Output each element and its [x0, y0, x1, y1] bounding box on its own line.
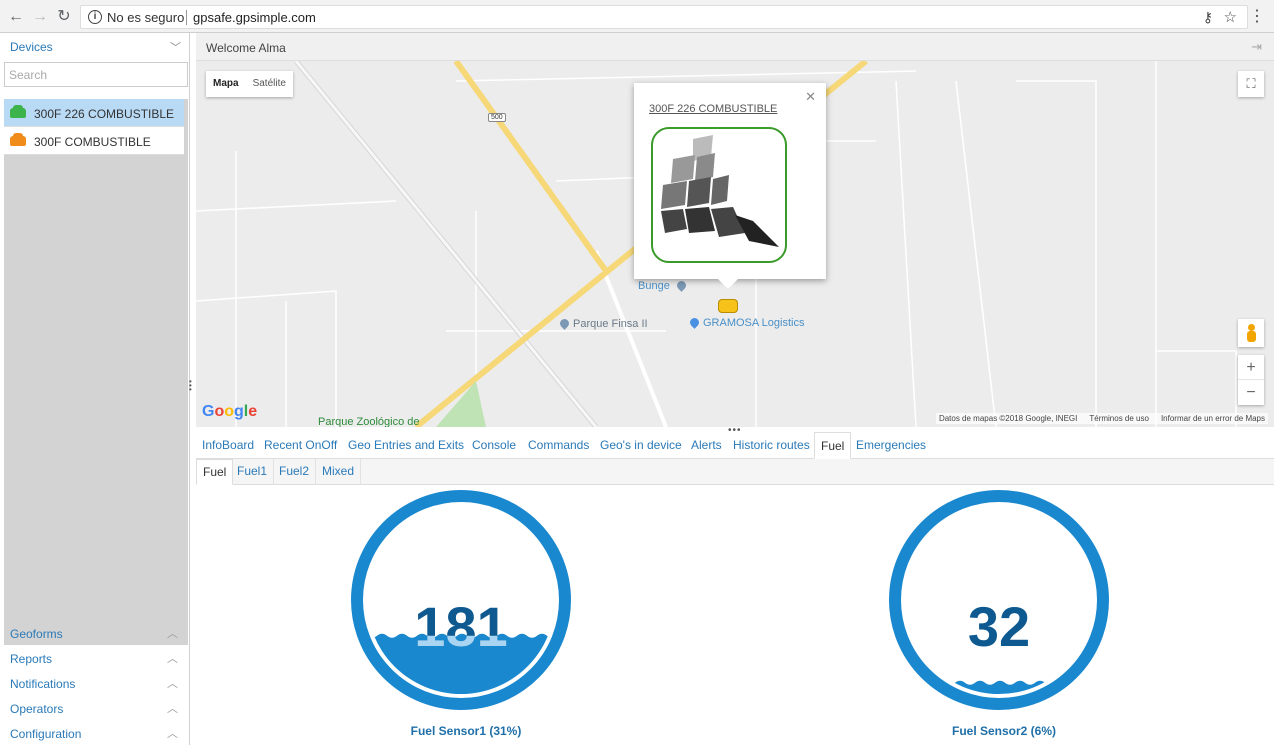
map-attribution: Datos de mapas ©2018 Google, INEGI Térmi… — [935, 413, 1268, 424]
chevron-up-icon: ︿ — [167, 678, 178, 690]
reload-icon[interactable]: ↻ — [54, 7, 74, 27]
main-panel: Welcome Alma ⇥ Mapa Satélite ⛶ 500 Bunge… — [196, 33, 1274, 745]
welcome-text: Welcome Alma — [206, 41, 286, 55]
device-item-300f-226[interactable]: 300F 226 COMBUSTIBLE — [4, 99, 184, 127]
devices-title: Devices — [10, 40, 53, 54]
sidebar-resize-handle[interactable]: • • • — [189, 378, 192, 394]
chevron-up-icon: ︿ — [167, 703, 178, 715]
chevron-up-icon: ︿ — [167, 653, 178, 665]
search-input[interactable] — [4, 62, 188, 87]
welcome-bar: Welcome Alma ⇥ — [196, 33, 1274, 61]
attribution-terms[interactable]: Términos de uso — [1089, 414, 1149, 423]
fuel-gauge-2-chart: 3232 — [889, 490, 1109, 710]
tab-emergencies[interactable]: Emergencies — [856, 432, 926, 459]
fullscreen-icon[interactable]: ⛶ — [1238, 71, 1264, 97]
sidebar-item-notifications[interactable]: Notifications ︿ — [0, 673, 190, 697]
fuel-subtabs: Fuel Fuel1 Fuel2 Mixed — [196, 459, 1274, 485]
vehicle-marker-icon[interactable] — [718, 299, 738, 313]
gauge-value: 32 — [968, 595, 1030, 658]
tab-historic-routes[interactable]: Historic routes — [733, 432, 810, 459]
google-logo: Google — [202, 403, 258, 420]
poi-gramosa[interactable]: GRAMOSA Logistics — [688, 316, 805, 329]
device-list: 300F 226 COMBUSTIBLE 300F COMBUSTIBLE — [4, 99, 188, 645]
map-pin-icon — [688, 316, 701, 329]
poi-label: Bunge — [638, 280, 670, 292]
map-pin-icon — [675, 279, 688, 292]
tab-fuel[interactable]: Fuel — [814, 432, 852, 459]
sidebar-item-label: Notifications — [10, 677, 76, 691]
browser-menu-icon[interactable]: ⋮ — [1249, 7, 1265, 27]
sidebar-item-configuration[interactable]: Configuration ︿ — [0, 723, 190, 747]
map-view[interactable]: Mapa Satélite ⛶ 500 Bunge Parque Finsa I… — [196, 61, 1274, 427]
chevron-up-icon: ︿ — [167, 728, 178, 740]
url-text[interactable]: gpsafe.gpsimple.com — [193, 10, 316, 25]
device-item-300f[interactable]: 300F COMBUSTIBLE — [4, 127, 184, 155]
vehicle-logo-image — [651, 127, 787, 263]
device-label: 300F 226 COMBUSTIBLE — [34, 107, 175, 121]
address-bar[interactable]: i No es seguro gpsafe.gpsimple.com ⚷ ☆ — [80, 5, 1248, 29]
poi-bunge[interactable]: Bunge — [638, 279, 688, 292]
tab-geos-in-device[interactable]: Geo's in device — [600, 432, 682, 459]
poi-zoologico[interactable]: Parque Zoológico de — [318, 416, 420, 427]
sidebar-item-label: Configuration — [10, 727, 82, 741]
map-pin-icon — [558, 317, 571, 330]
tab-commands[interactable]: Commands — [528, 432, 589, 459]
close-icon[interactable]: ✕ — [805, 89, 816, 105]
poi-label: GRAMOSA Logistics — [703, 317, 805, 329]
logout-icon[interactable]: ⇥ — [1251, 39, 1262, 55]
fuel-gauges: 181 181 Fuel Sensor1 (31%) 32 32 Fuel Sens… — [196, 485, 1274, 745]
subtab-fuel2[interactable]: Fuel2 — [273, 459, 317, 485]
car-icon — [10, 133, 26, 146]
forward-arrow-icon[interactable]: → — [30, 7, 50, 27]
sidebar: Devices ﹀ 300F 226 COMBUSTIBLE 300F COMB… — [0, 33, 190, 745]
poi-label: Parque Finsa II — [573, 318, 648, 330]
sidebar-item-label: Reports — [10, 652, 53, 666]
tab-recent-onoff[interactable]: Recent OnOff — [264, 432, 337, 459]
sidebar-item-label: Geoforms — [10, 627, 63, 641]
car-icon — [10, 105, 26, 118]
fuel-gauge-2-label: Fuel Sensor2 (6%) — [951, 724, 1057, 738]
sidebar-item-label: Operators — [10, 702, 64, 716]
map-type-map[interactable]: Mapa — [206, 71, 246, 97]
sidebar-item-reports[interactable]: Reports ︿ — [0, 648, 190, 672]
info-icon[interactable]: i — [88, 10, 102, 24]
zoom-in-button[interactable]: + — [1238, 355, 1264, 380]
address-divider — [186, 10, 187, 25]
tab-console[interactable]: Console — [472, 432, 516, 459]
vehicle-popup: 300F 226 COMBUSTIBLE ✕ — [634, 83, 826, 289]
bookmark-star-icon[interactable]: ☆ — [1224, 8, 1237, 26]
fuel-gauge-1-label: Fuel Sensor1 (31%) — [410, 724, 522, 738]
chevron-down-icon[interactable]: ﹀ — [170, 39, 181, 54]
map-type-control: Mapa Satélite — [206, 71, 293, 97]
tab-alerts[interactable]: Alerts — [691, 432, 722, 459]
sidebar-item-geoforms[interactable]: Geoforms ︿ — [0, 623, 190, 647]
back-arrow-icon[interactable]: ← — [6, 7, 26, 27]
road-shield: 500 — [488, 113, 506, 122]
subtab-fuel1[interactable]: Fuel1 — [231, 459, 275, 485]
device-label: 300F COMBUSTIBLE — [34, 135, 151, 149]
tab-geo-entries[interactable]: Geo Entries and Exits — [348, 432, 464, 459]
subtab-fuel[interactable]: Fuel — [196, 459, 234, 485]
fuel-gauge-1-chart: 181181 — [351, 490, 571, 710]
attribution-data: Datos de mapas ©2018 Google, INEGI — [938, 414, 1078, 423]
poi-label: Parque Zoológico de — [318, 416, 420, 427]
detail-tabs: InfoBoard Recent OnOff Geo Entries and E… — [196, 432, 1274, 459]
security-status[interactable]: No es seguro — [107, 10, 184, 25]
tab-infoboard[interactable]: InfoBoard — [202, 432, 254, 459]
browser-toolbar: ← → ↻ i No es seguro gpsafe.gpsimple.com… — [0, 0, 1274, 33]
zoom-out-button[interactable]: − — [1238, 380, 1264, 405]
subtab-mixed[interactable]: Mixed — [316, 459, 362, 485]
devices-header[interactable]: Devices ﹀ — [0, 33, 190, 59]
chevron-up-icon: ︿ — [167, 628, 178, 640]
sidebar-item-operators[interactable]: Operators ︿ — [0, 698, 190, 722]
poi-parque-finsa[interactable]: Parque Finsa II — [558, 317, 648, 330]
zoom-control: + − — [1238, 355, 1264, 405]
pegman-icon[interactable] — [1238, 319, 1264, 347]
popup-title[interactable]: 300F 226 COMBUSTIBLE — [649, 103, 777, 115]
attribution-report[interactable]: Informar de un error de Maps — [1161, 414, 1265, 423]
key-icon[interactable]: ⚷ — [1203, 9, 1213, 26]
map-type-satellite[interactable]: Satélite — [246, 71, 293, 97]
